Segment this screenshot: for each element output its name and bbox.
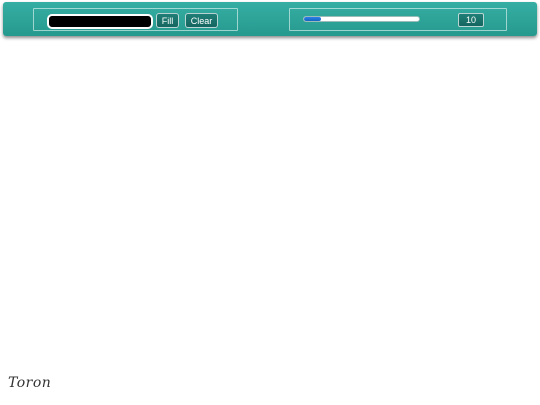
color-picker[interactable] (47, 14, 153, 29)
drawing-canvas[interactable] (0, 40, 540, 405)
fill-button[interactable]: Fill (156, 13, 179, 28)
clear-button[interactable]: Clear (185, 13, 218, 28)
toolbar: Fill Clear 10 (3, 2, 537, 36)
brush-size-value: 10 (458, 13, 484, 27)
brush-size-slider-fill (304, 17, 322, 21)
color-tools-group: Fill Clear (33, 8, 238, 31)
brush-size-slider[interactable] (303, 16, 420, 22)
signature: Toron (8, 375, 52, 391)
brush-size-group: 10 (289, 8, 507, 31)
